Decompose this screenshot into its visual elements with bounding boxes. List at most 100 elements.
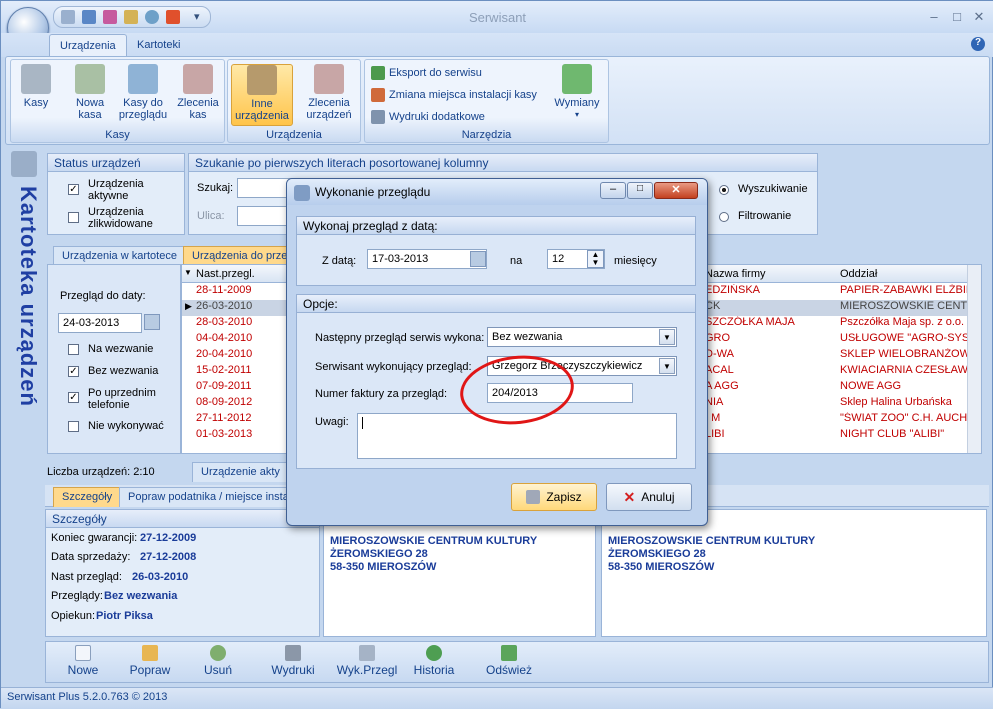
address-panel-2: MIEROSZOWSKIE CENTRUM KULTURY ŻEROMSKIEG… (601, 509, 987, 637)
kasy-button[interactable]: Kasy (13, 64, 59, 126)
row-pointer-icon: ▶ (185, 301, 192, 311)
sprzedaz-value: 27-12-2008 (140, 551, 197, 563)
popraw-button[interactable]: Popraw (128, 645, 172, 677)
ulica-label: Ulica: (197, 210, 225, 222)
tab-kartoteki[interactable]: Kartoteki (127, 34, 190, 57)
notes-label: Uwagi: (315, 416, 349, 428)
wyk-przegl-button[interactable]: Wyk.Przegl (336, 645, 398, 677)
status-panel-title: Status urządzeń (48, 154, 184, 172)
nowe-button[interactable]: Nowe (66, 645, 100, 677)
dialog-maximize-button[interactable]: □ (627, 182, 653, 199)
addr1-line1: MIEROSZOWSKIE CENTRUM KULTURY (330, 535, 538, 547)
side-title: Kartoteka urządzeń (16, 186, 41, 407)
na-wezwanie-checkbox[interactable] (68, 344, 79, 355)
review-date-label: Przegląd do daty: (60, 290, 146, 302)
tab-urzadzenia-w-kartotece[interactable]: Urządzenia w kartotece (53, 246, 186, 265)
edit-icon (142, 645, 158, 661)
save-button[interactable]: Zapisz (511, 483, 597, 511)
help-icon[interactable]: ? (971, 37, 985, 51)
close-button[interactable]: ✕ (968, 9, 990, 25)
nie-wykonywac-checkbox[interactable] (68, 421, 79, 432)
cancel-button[interactable]: ✕ Anuluj (606, 483, 692, 511)
review-date-input[interactable]: 24-03-2013 (58, 313, 142, 333)
next-review-select[interactable]: Bez wezwania ▼ (487, 327, 677, 347)
cell-date: 27-11-2012 (196, 412, 252, 424)
cell-firm: CK (705, 300, 721, 312)
calendar-icon[interactable] (124, 10, 138, 24)
next-review-label: Następny przegląd serwis wykona: (315, 332, 485, 344)
cell-date: 07-09-2011 (196, 380, 252, 392)
registers-side-icon (11, 151, 37, 177)
po-telefonie-label: Po uprzednim telefonie (88, 387, 156, 411)
cell-branch: NIGHT CLUB "ALIBI" (840, 428, 945, 440)
dialog-close-button[interactable]: ✕ (654, 182, 698, 199)
dialog-minimize-button[interactable]: – (600, 182, 626, 199)
zmiana-miejsca-button[interactable]: Zmiana miejsca instalacji kasy (371, 86, 537, 104)
zlecenia-urzadzen-button[interactable]: Zlecenia urządzeń (298, 64, 360, 126)
minimize-button[interactable]: – (923, 9, 945, 25)
eksport-button[interactable]: Eksport do serwisu (371, 64, 482, 82)
scale-icon (247, 65, 277, 95)
wydruki-button[interactable]: Wydruki (268, 645, 318, 677)
globe-icon[interactable] (145, 10, 159, 24)
group-kasy-title: Kasy (105, 129, 130, 141)
refresh-icon (501, 645, 517, 661)
device-count: Liczba urządzeń: 2:10 (47, 466, 155, 478)
kasy-do-przegladu-button[interactable]: Kasy do przeglądu (115, 64, 171, 126)
home-icon[interactable] (61, 10, 75, 24)
historia-button[interactable]: Historia (412, 645, 456, 677)
status-bar: Serwisant Plus 5.2.0.763 © 2013 (1, 687, 993, 709)
cell-date: 26-03-2010 (196, 300, 253, 312)
save-icon[interactable] (82, 10, 96, 24)
bez-wezwania-checkbox[interactable]: ✓ (68, 366, 79, 377)
wydruki-dodatkowe-button[interactable]: Wydruki dodatkowe (371, 108, 485, 126)
opiekun-label: Opiekun: (51, 610, 96, 622)
cell-firm: A AGG (705, 380, 739, 392)
col-nast-przegl[interactable]: Nast.przegl. (196, 268, 255, 280)
search-mode-radio[interactable] (719, 185, 729, 195)
opiekun-value: Piotr Piksa (96, 610, 153, 622)
addr1-line2: ŻEROMSKIEGO 28 (330, 548, 428, 560)
cell-date: 04-04-2010 (196, 332, 253, 344)
zdata-label: Z datą: (322, 255, 357, 267)
dialog-title: Wykonanie przeglądu (315, 185, 431, 199)
tab-popraw-podatnika[interactable]: Popraw podatnika / miejsce instal (119, 487, 289, 507)
tab-urzadzenia[interactable]: Urządzenia (49, 34, 127, 57)
maximize-button[interactable]: □ (946, 9, 968, 25)
usun-button[interactable]: Usuń (200, 645, 236, 677)
chevron-down-icon: ▼ (659, 358, 675, 374)
exchange-icon (562, 64, 592, 94)
printer-icon (371, 110, 385, 124)
odswiez-button[interactable]: Odśwież (486, 645, 532, 677)
invoice-label: Numer faktury za przegląd: (315, 388, 448, 400)
zdata-input[interactable]: 17-03-2013 (367, 249, 487, 269)
cell-firm: GRO (705, 332, 731, 344)
chevron-down-icon: ▼ (659, 329, 675, 345)
tools-icon[interactable] (103, 10, 117, 24)
power-icon[interactable] (166, 10, 180, 24)
months-spinner-icon[interactable]: ▲ ▼ (587, 250, 604, 268)
calendar-icon[interactable] (470, 251, 486, 267)
tab-aktywne[interactable]: Urządzenie akty (192, 462, 288, 482)
order-device-icon (314, 64, 344, 94)
wymiany-button[interactable]: Wymiany ▾ (549, 64, 605, 126)
cell-firm: I M (705, 412, 721, 424)
tab-szczegoly[interactable]: Szczegóły (53, 487, 122, 507)
qat-dropdown-icon[interactable]: ▾ (194, 10, 200, 23)
ribbon: Kasy Nowa kasa Kasy do przeglądu Zleceni… (5, 56, 990, 145)
cell-date: 15-02-2011 (196, 364, 252, 376)
calendar-icon[interactable] (144, 314, 160, 330)
liquidated-checkbox[interactable] (68, 212, 79, 223)
nowa-kasa-button[interactable]: Nowa kasa (67, 64, 113, 126)
order-register-icon (183, 64, 213, 94)
filter-mode-radio[interactable] (719, 212, 729, 222)
col-nazwa-firmy[interactable]: Nazwa firmy (705, 268, 825, 280)
tab-urzadzenia-do-przegladu[interactable]: Urządzenia do przeglądu (183, 246, 291, 265)
inne-urzadzenia-button[interactable]: Inne urządzenia (231, 64, 293, 126)
col-oddzial[interactable]: Oddział (840, 268, 877, 280)
na-label: na (510, 255, 523, 267)
po-telefonie-checkbox[interactable]: ✓ (68, 392, 79, 403)
zlecenia-kas-button[interactable]: Zlecenia kas (173, 64, 223, 126)
grid-scrollbar[interactable] (967, 265, 981, 453)
active-checkbox[interactable]: ✓ (68, 184, 79, 195)
